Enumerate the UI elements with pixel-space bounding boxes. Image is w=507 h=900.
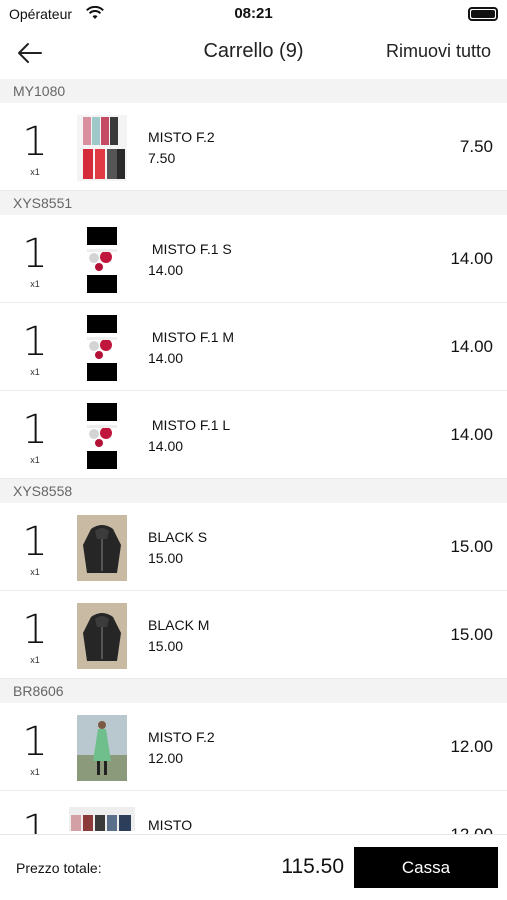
unit-price: 15.00 <box>148 550 184 566</box>
nav-bar: Carrello (9) Rimuovi tutto <box>0 28 507 78</box>
product-name: MISTO F.1 L <box>148 417 231 433</box>
product-name: MISTO F.1 M <box>148 329 235 345</box>
line-total: 14.00 <box>450 425 493 444</box>
section-header: XYS8551 <box>0 191 507 215</box>
section-header: BR8606 <box>0 679 507 703</box>
cart-item[interactable]: 1 x1 MISTO F.1 M 14.00 14.00 <box>0 303 507 391</box>
clock: 08:21 <box>234 5 273 22</box>
quantity-multiplier: x1 <box>30 167 40 177</box>
product-name: BLACK M <box>148 617 210 633</box>
product-thumbnail <box>77 515 127 581</box>
unit-price: 14.00 <box>148 262 184 278</box>
quantity-value[interactable]: 1 <box>0 519 70 565</box>
line-total: 7.50 <box>459 137 493 156</box>
product-name: MISTO <box>148 817 193 833</box>
product-thumbnail <box>69 807 135 831</box>
product-thumbnail <box>77 403 127 469</box>
line-total: 12.00 <box>450 825 493 834</box>
quantity-value[interactable]: 1 <box>0 407 70 453</box>
cart-list[interactable]: MY1080 1 x1 MISTO F.2 7.50 7.50 XYS8551 1 x1 MIS… <box>0 79 507 834</box>
quantity-multiplier: x1 <box>30 455 40 465</box>
section-header: XYS8558 <box>0 479 507 503</box>
total-value: 115.50 <box>281 855 344 878</box>
cart-item[interactable]: 1 x1 BLACK M 15.00 15.00 <box>0 591 507 679</box>
checkout-footer: Prezzo totale: 115.50 Cassa <box>0 834 507 900</box>
cart-item[interactable]: 1 x1 MISTO F.2 7.50 7.50 <box>0 103 507 191</box>
quantity-value[interactable]: 1 <box>0 807 70 834</box>
unit-price: 15.00 <box>148 638 184 654</box>
quantity-value[interactable]: 1 <box>0 231 70 277</box>
line-total: 12.00 <box>450 737 493 756</box>
cart-item[interactable]: 1 x1 MISTO F.1 S 14.00 14.00 <box>0 215 507 303</box>
quantity-multiplier: x1 <box>30 279 40 289</box>
quantity-multiplier: x1 <box>30 367 40 377</box>
quantity-value[interactable]: 1 <box>0 119 70 165</box>
line-total: 15.00 <box>450 625 493 644</box>
product-thumbnail <box>77 227 127 293</box>
status-bar: Opérateur 08:21 <box>0 0 507 28</box>
line-total: 14.00 <box>450 337 493 356</box>
back-arrow-icon[interactable] <box>14 38 46 68</box>
quantity-value[interactable]: 1 <box>0 719 70 765</box>
product-name: MISTO F.2 <box>148 129 215 145</box>
product-thumbnail <box>77 715 127 781</box>
clear-all-button[interactable]: Rimuovi tutto <box>386 41 491 62</box>
cart-item[interactable]: 1 x1 MISTO F.2 12.00 12.00 <box>0 703 507 791</box>
quantity-multiplier: x1 <box>30 767 40 777</box>
product-name: MISTO F.2 <box>148 729 215 745</box>
cart-item[interactable]: 1 MISTO 12.00 <box>0 791 507 834</box>
quantity-value[interactable]: 1 <box>0 319 70 365</box>
product-thumbnail <box>77 603 127 669</box>
quantity-multiplier: x1 <box>30 655 40 665</box>
unit-price: 12.00 <box>148 750 184 766</box>
checkout-button[interactable]: Cassa <box>354 847 498 888</box>
product-thumbnail <box>77 315 127 381</box>
total-label: Prezzo totale: <box>16 860 102 876</box>
unit-price: 14.00 <box>148 438 184 454</box>
product-name: BLACK S <box>148 529 208 545</box>
unit-price: 14.00 <box>148 350 184 366</box>
unit-price: 7.50 <box>148 150 176 166</box>
product-thumbnail <box>77 115 127 181</box>
quantity-multiplier: x1 <box>30 567 40 577</box>
product-name: MISTO F.1 S <box>148 241 232 257</box>
cart-item[interactable]: 1 x1 BLACK S 15.00 15.00 <box>0 503 507 591</box>
battery-icon <box>468 7 498 21</box>
line-total: 14.00 <box>450 249 493 268</box>
quantity-value[interactable]: 1 <box>0 607 70 653</box>
section-header: MY1080 <box>0 79 507 103</box>
line-total: 15.00 <box>450 537 493 556</box>
cart-item[interactable]: 1 x1 MISTO F.1 L 14.00 14.00 <box>0 391 507 479</box>
